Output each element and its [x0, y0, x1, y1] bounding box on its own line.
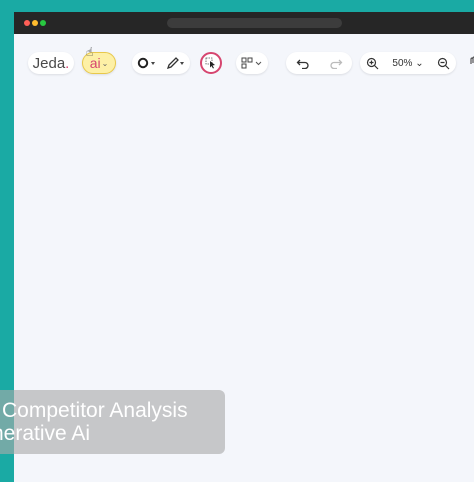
logo-accent: .: [65, 54, 70, 72]
close-window-button[interactable]: [24, 20, 30, 26]
pen-tool-button[interactable]: [166, 57, 186, 69]
maximize-window-button[interactable]: [40, 20, 46, 26]
redo-icon: [329, 59, 342, 69]
undo-button[interactable]: [296, 57, 310, 69]
zoom-level-select[interactable]: 50% ⌄: [392, 58, 423, 69]
shape-tool-button[interactable]: [137, 57, 157, 69]
circle-shape-icon: [137, 57, 155, 69]
undo-icon: [296, 59, 309, 69]
pointer-cursor-icon: ☝: [86, 45, 94, 59]
zoom-in-button[interactable]: [366, 57, 379, 70]
caption-line-1: Competitor Analysis: [2, 399, 188, 422]
logo-text: Jeda: [32, 54, 66, 72]
video-caption: Competitor Analysis nerative Ai: [0, 390, 225, 454]
layout-menu-button[interactable]: [236, 52, 268, 74]
pencil-icon: [166, 57, 184, 69]
redo-button[interactable]: [329, 57, 343, 69]
zoom-out-button[interactable]: [437, 57, 450, 70]
cursor-select-icon: [205, 57, 215, 69]
zoom-controls: 50% ⌄: [360, 52, 456, 74]
chevron-down-icon: ⌄: [415, 57, 424, 69]
toolbar: Jeda. ai ⌄ 50% ⌄: [14, 34, 474, 90]
caption-line-2: nerative Ai: [0, 422, 91, 445]
title-bar: [14, 12, 474, 34]
hand-tool-button[interactable]: [468, 56, 474, 70]
zoom-in-icon: [367, 57, 379, 69]
select-tool-button[interactable]: [200, 52, 222, 74]
grid-icon: [241, 57, 262, 69]
chevron-down-icon: ⌄: [101, 58, 109, 68]
hand-icon: [470, 56, 474, 64]
address-bar[interactable]: [167, 18, 342, 28]
minimize-window-button[interactable]: [32, 20, 38, 26]
zoom-level: 50%: [392, 57, 413, 69]
app-logo[interactable]: Jeda.: [28, 52, 74, 74]
drawing-tools: [132, 52, 190, 74]
zoom-out-icon: [437, 57, 449, 69]
history-controls: [286, 52, 352, 74]
